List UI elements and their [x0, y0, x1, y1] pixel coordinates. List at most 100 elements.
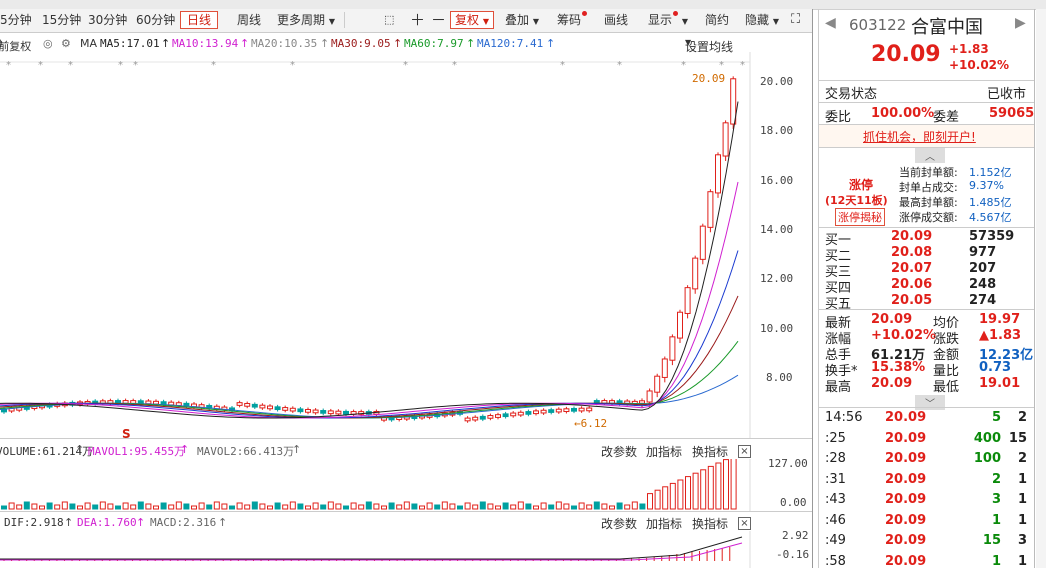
- zoom-out-icon[interactable]: －: [431, 11, 446, 29]
- candle-body: [274, 406, 281, 411]
- chevron-down-icon: ▼: [685, 38, 692, 47]
- volume-bar: [46, 502, 53, 510]
- switch-indicator-button[interactable]: 换指标: [692, 515, 728, 532]
- candle-body: [525, 411, 532, 415]
- change-params-button[interactable]: 改参数: [601, 515, 637, 532]
- macd-bars-group: [0, 536, 743, 561]
- limit-up-reveal-button[interactable]: 涨停揭秘: [835, 208, 885, 226]
- add-indicator-button[interactable]: 加指标: [646, 515, 682, 532]
- arrow-up-icon: ↑: [64, 516, 74, 529]
- ma5-value: MA5:17.01: [100, 37, 160, 50]
- bid-volume: 977: [969, 245, 997, 260]
- candle-body: [305, 409, 311, 413]
- trade-state-value: 已收市: [987, 87, 1027, 102]
- period-30min[interactable]: 30分钟: [88, 11, 127, 29]
- divider: [819, 227, 1035, 228]
- ad-link[interactable]: 抓住机会，即刻开户!: [863, 128, 976, 145]
- volume-bar: [571, 505, 577, 510]
- price-tick: 12.00: [760, 272, 793, 285]
- draw-line-button[interactable]: 画线: [604, 11, 628, 29]
- switch-indicator-button[interactable]: 换指标: [692, 443, 728, 460]
- dea-value: DEA:1.760: [77, 516, 137, 529]
- event-marker-icon: *: [38, 60, 43, 71]
- macd-header: DIF:2.918 ↑ DEA:1.760 ↑ MACD:2.316 ↑ 改参数…: [0, 513, 812, 531]
- period-60min[interactable]: 60分钟: [136, 11, 175, 29]
- volume-bar: [707, 465, 714, 510]
- hide-label: 隐藏: [745, 13, 770, 27]
- volume-bar: [563, 503, 570, 510]
- volume-chart[interactable]: 127.00 0.00: [0, 459, 812, 511]
- eye-icon[interactable]: ◎: [43, 37, 53, 50]
- candle-body: [540, 409, 547, 414]
- volume-bar: [426, 502, 433, 510]
- candle-body: [320, 410, 327, 414]
- stat-value: 15.38%: [871, 360, 926, 375]
- stock-code: 603122: [849, 16, 907, 34]
- tick-time: :49: [825, 533, 846, 548]
- tick-count: 2: [1017, 410, 1027, 425]
- chips-label: 筹码: [557, 13, 582, 27]
- overlay-dropdown[interactable]: 叠加 ▼: [505, 11, 539, 29]
- arrow-up-icon: ↑: [218, 516, 228, 529]
- hide-dropdown[interactable]: 隐藏 ▼: [745, 11, 779, 29]
- notify-dot-icon: [582, 11, 588, 16]
- close-icon[interactable]: ×: [738, 445, 751, 458]
- tick-volume: 1: [991, 512, 1001, 528]
- gear-icon[interactable]: ⚙: [61, 37, 71, 50]
- tick-volume: 400: [973, 430, 1001, 446]
- volume-bar: [289, 501, 296, 510]
- volume-bar: [441, 501, 448, 510]
- candle-body: [586, 407, 593, 412]
- add-indicator-button[interactable]: 加指标: [646, 443, 682, 460]
- volume-bar: [69, 503, 76, 510]
- period-daily[interactable]: 日线: [180, 11, 219, 29]
- candle-body: [548, 409, 555, 413]
- period-15min[interactable]: 15分钟: [42, 11, 81, 29]
- event-marker-icon: *: [452, 60, 457, 71]
- event-marker-icon: *: [719, 60, 724, 71]
- period-more[interactable]: 更多周期 ▼: [277, 11, 335, 29]
- price-tick: 10.00: [760, 322, 793, 335]
- volume-bar: [335, 503, 342, 510]
- simple-mode-button[interactable]: 简约: [705, 11, 729, 29]
- price-tick: 8.00: [766, 371, 793, 384]
- display-dropdown[interactable]: 显示 ▼: [648, 11, 688, 29]
- close-icon[interactable]: ×: [738, 517, 751, 530]
- price-tick: 20.00: [760, 75, 793, 88]
- macd-chart[interactable]: 2.92 -0.16: [0, 531, 812, 568]
- volume-bar: [730, 459, 737, 510]
- volume-bar: [517, 501, 524, 510]
- zoom-in-icon[interactable]: ＋: [410, 11, 425, 29]
- arrow-up-icon: ↑: [136, 516, 146, 529]
- arrow-up-icon: ↑: [320, 37, 330, 50]
- crop-icon[interactable]: ⬚: [384, 11, 394, 29]
- fullscreen-icon[interactable]: ⛶: [791, 11, 800, 29]
- period-5min[interactable]: 5分钟: [0, 11, 32, 29]
- event-marker-icon: *: [290, 60, 295, 71]
- macd-tick: -0.16: [776, 548, 809, 561]
- prev-stock-icon[interactable]: ◀: [825, 15, 836, 31]
- adjust-dropdown[interactable]: 复权 ▼: [450, 11, 494, 29]
- stat-label: 最低: [933, 380, 960, 395]
- candle-body: [517, 411, 524, 416]
- stat-value: 19.97: [979, 312, 1021, 327]
- volume-bar: [168, 504, 175, 510]
- next-stock-icon[interactable]: ▶: [1015, 15, 1026, 31]
- tick-count: 2: [1017, 451, 1027, 466]
- volume-bar: [153, 505, 159, 510]
- period-weekly[interactable]: 周线: [237, 11, 261, 29]
- chips-button[interactable]: 筹码: [557, 11, 588, 29]
- adjust-label: 复权: [455, 13, 480, 27]
- kline-chart[interactable]: 20.00 18.00 16.00 14.00 12.00 10.00 8.00…: [0, 52, 812, 438]
- limit-row-label: 涨停成交额:: [899, 211, 958, 224]
- event-marker-icon: *: [617, 60, 622, 71]
- volume-bar: [578, 502, 585, 510]
- ad-banner[interactable]: 抓住机会，即刻开户!: [819, 124, 1035, 148]
- change-params-button[interactable]: 改参数: [601, 443, 637, 460]
- side-tab-strip[interactable]: [1036, 9, 1046, 568]
- limit-row-value: 1.485亿: [969, 196, 1012, 209]
- candle-body: [464, 417, 471, 422]
- tick-price: 20.09: [885, 553, 927, 569]
- event-marker-icon: *: [133, 60, 138, 71]
- collapse-icon[interactable]: ︿: [915, 148, 945, 163]
